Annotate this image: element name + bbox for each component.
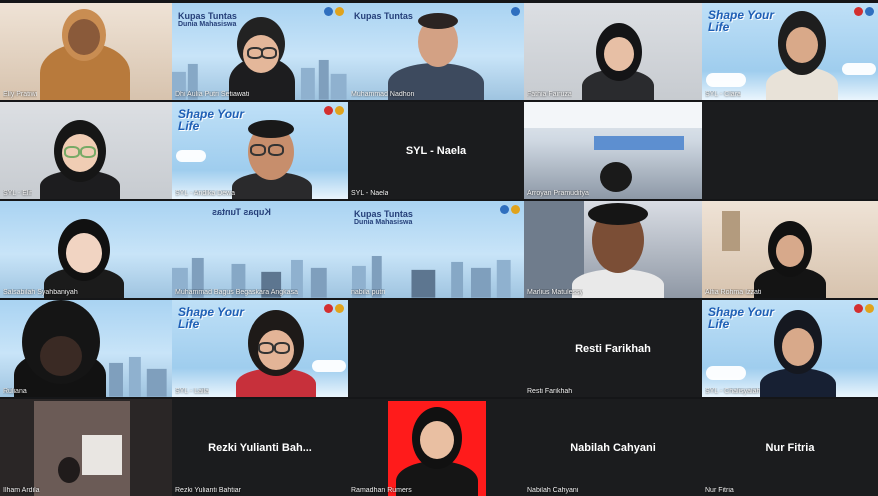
sponsor-logos	[324, 7, 344, 16]
participant-name: SYL - Laila	[175, 388, 209, 395]
participant-tile[interactable]: Kupas Tuntas Muhammad Bagus Begaskara An…	[172, 201, 348, 298]
picture-frame	[82, 435, 122, 475]
sponsor-logos	[500, 205, 520, 214]
kupas-title: Kupas Tuntas	[354, 209, 413, 219]
participant-tile[interactable]: Shape Your Life SYL - Laila	[172, 300, 348, 397]
participant-video	[34, 401, 130, 496]
participant-tile[interactable]: Salsabilah Syahbaniyah	[0, 201, 172, 298]
participant-name: Nabilah Cahyani	[527, 487, 579, 494]
participant-name: Dhi Aulia Putri Setiawati	[175, 91, 250, 98]
sponsor-logos	[854, 304, 874, 313]
participant-tile[interactable]: Nur Fitria Nur Fitria	[702, 399, 878, 496]
participant-name: Marlius Matulessy	[527, 289, 584, 296]
participant-video	[14, 300, 106, 397]
participant-tile[interactable]: Shape Your Life SYL - Chalisyalah	[702, 300, 878, 397]
participant-tile[interactable]: Kupas Tuntas Dunia Mahasiswa nabila putr…	[348, 201, 524, 298]
participant-placeholder-name: Resti Farikhah	[575, 342, 651, 355]
participant-tile[interactable]: Arroyan Pramuditya	[524, 102, 702, 199]
participant-name: SYL - Clara	[705, 91, 741, 98]
participant-video	[572, 203, 664, 298]
participant-tile[interactable]: Resti Farikhah Resti Farikhah	[524, 300, 702, 397]
participant-name: Ramadhan Rumers	[351, 487, 412, 494]
kupas-tuntas-logo: Kupas Tuntas Dunia Mahasiswa	[354, 209, 413, 227]
participant-tile[interactable]: Ruliana	[0, 300, 172, 397]
participant-name: Fathia Fairuza	[527, 91, 572, 98]
lobby-ceiling	[524, 102, 702, 128]
participant-placeholder-name: Rezki Yulianti Bah...	[208, 441, 312, 454]
participant-video	[40, 116, 120, 199]
participant-tile[interactable]: Alfia Rohma Izzati	[702, 201, 878, 298]
participant-tile[interactable]: Rezki Yulianti Bah... Rezki Yulianti Bah…	[172, 399, 348, 496]
participant-placeholder-name: Nabilah Cahyani	[570, 441, 656, 454]
participant-name: Ruliana	[3, 388, 27, 395]
participant-video	[582, 17, 654, 100]
participant-name: Muhammad Nadhon	[351, 91, 415, 98]
participant-tile[interactable]: Elly Pratiwi	[0, 3, 172, 100]
participant-name: Rezki Yulianti Bahtiar	[175, 487, 242, 494]
participant-video	[766, 11, 838, 100]
video-conference-grid: Elly Pratiwi Kupas Tuntas Dunia Mahasisw…	[0, 0, 878, 496]
participant-name: SYL - Naela	[351, 190, 389, 197]
participant-tile[interactable]: Nabilah Cahyani Nabilah Cahyani	[524, 399, 702, 496]
kupas-title: Kupas Tuntas	[212, 207, 271, 217]
participant-tile[interactable]	[702, 102, 878, 199]
participant-name: Muhammad Bagus Begaskara Angkasa	[175, 289, 298, 296]
participant-tile[interactable]: Marlius Matulessy	[524, 201, 702, 298]
participant-video	[227, 13, 297, 100]
sponsor-logos	[324, 106, 344, 115]
participant-placeholder-name: SYL - Naela	[405, 144, 467, 157]
participant-tile[interactable]: Shape Your Life SYL - Clara	[702, 3, 878, 100]
participant-video	[44, 215, 124, 298]
participant-video	[760, 310, 836, 397]
participant-name: Arroyan Pramuditya	[527, 190, 589, 197]
sponsor-logos	[324, 304, 344, 313]
participant-placeholder-name: Nur Fitria	[765, 441, 815, 454]
participant-name: SYL - Andika Dewa	[175, 190, 236, 197]
participant-video	[594, 160, 638, 199]
participant-tile[interactable]: Fathia Fairuza	[524, 3, 702, 100]
participant-tile[interactable]: Kupas Tuntas Dunia Mahasiswa Dhi Aulia P…	[172, 3, 348, 100]
participant-name: Elly Pratiwi	[3, 91, 38, 98]
participant-video	[236, 310, 316, 397]
participant-tile[interactable]: Ramadhan Rumers	[348, 399, 524, 496]
participant-tile[interactable]: SYL - Elif	[0, 102, 172, 199]
participant-video	[754, 215, 826, 298]
participant-name: SYL - Elif	[3, 190, 32, 197]
participant-name: nabila putri	[351, 289, 386, 296]
participant-name: SYL - Chalisyalah	[705, 388, 761, 395]
kupas-subtitle: Dunia Mahasiswa	[354, 219, 413, 226]
participant-photo	[388, 401, 486, 496]
participant-tile[interactable]: SYL - Naela SYL - Naela	[348, 102, 524, 199]
participant-name: Alfia Rohma Izzati	[705, 289, 762, 296]
participant-name: Resti Farikhah	[527, 388, 573, 395]
participant-video	[40, 3, 130, 100]
participant-tile[interactable]: Ilham Ardila	[0, 399, 172, 496]
kupas-tuntas-logo: Kupas Tuntas	[212, 207, 271, 217]
lobby-panel	[594, 136, 684, 150]
participant-video	[388, 13, 484, 100]
sponsor-logos	[511, 7, 520, 16]
sponsor-logos	[854, 7, 874, 16]
participant-name: Salsabilah Syahbaniyah	[3, 289, 78, 296]
participant-tile[interactable]: Shape Your Life SYL - Andika Dewa	[172, 102, 348, 199]
participant-tile[interactable]	[348, 300, 524, 397]
participant-name: Ilham Ardila	[3, 487, 40, 494]
door-frame	[722, 211, 740, 251]
participant-name: Nur Fitria	[705, 487, 734, 494]
participant-video	[232, 116, 312, 199]
participant-tile[interactable]: Kupas Tuntas Muhammad Nadhon	[348, 3, 524, 100]
